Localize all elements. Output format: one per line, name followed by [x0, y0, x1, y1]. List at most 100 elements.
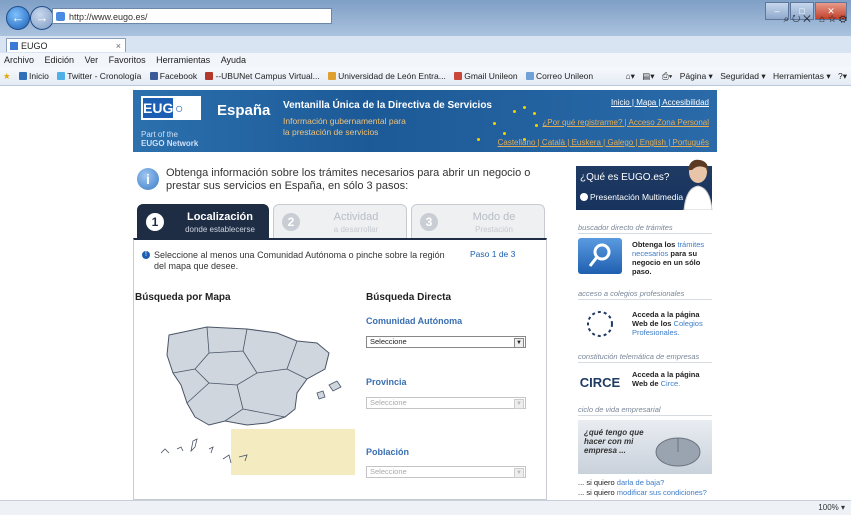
search-icon[interactable]: ⌕ — [784, 14, 790, 25]
address-tools: ⌕ ↻ ✕ ⌂ ☆ ⚙ — [784, 14, 847, 25]
page-menu[interactable]: Página ▾ — [680, 71, 713, 81]
university-icon — [328, 72, 337, 80]
step-tab-actividad[interactable]: 2 Actividad a desarrollar — [273, 204, 407, 238]
forward-button[interactable]: → — [30, 6, 54, 30]
campus-icon — [205, 72, 214, 80]
zoom-level[interactable]: 100% ▾ — [818, 503, 845, 512]
comunidad-label: Comunidad Autónoma — [366, 316, 463, 326]
step-tab-localizacion[interactable]: 1 Localización donde establecerse — [137, 204, 269, 238]
address-text: http://www.eugo.es/ — [69, 12, 148, 22]
address-bar[interactable]: http://www.eugo.es/ — [52, 8, 332, 24]
refresh-icon[interactable]: ↻ — [792, 14, 800, 25]
back-button[interactable]: ← — [6, 6, 30, 30]
spain-map-svg[interactable] — [147, 313, 355, 475]
feeds-icon[interactable]: ▤▾ — [642, 71, 654, 81]
print-icon[interactable]: ⎙▾ — [662, 71, 672, 81]
site-title: Ventanilla Única de la Directiva de Serv… — [283, 100, 492, 111]
eugo-logo[interactable]: EUGO ○ — [141, 96, 201, 120]
menu-archivo[interactable]: Archivo — [0, 53, 38, 65]
step-title: Modo de — [472, 211, 516, 223]
site-icon — [56, 12, 65, 21]
provincia-label: Provincia — [366, 377, 407, 387]
spain-map[interactable] — [147, 313, 355, 475]
menu-favoritos[interactable]: Favoritos — [105, 53, 150, 65]
step-title: Localización — [186, 211, 254, 223]
security-menu[interactable]: Seguridad ▾ — [720, 71, 765, 81]
step-subtitle: donde establecerse — [185, 225, 255, 234]
fav-item-correo[interactable]: Correo Unileon — [523, 67, 596, 81]
divider — [578, 299, 712, 300]
menu-ayuda[interactable]: Ayuda — [217, 53, 250, 65]
tab-close-icon[interactable]: × — [116, 39, 121, 53]
presentacion-link[interactable]: Presentación Multimedia — [580, 192, 683, 202]
modificar-line: ... si quiero modificar sus condiciones? — [578, 488, 707, 497]
map-search-heading: Búsqueda por Mapa — [135, 292, 231, 303]
help-icon[interactable]: ?▾ — [838, 71, 847, 81]
menu-edicion[interactable]: Edición — [41, 53, 79, 65]
fav-item-ubunet[interactable]: --UBUNet Campus Virtual... — [202, 67, 322, 81]
info-icon: i — [137, 168, 159, 190]
instruction-text: ! Seleccione al menos una Comunidad Autó… — [142, 250, 454, 272]
favorite-icon — [19, 72, 27, 80]
circe-text: Acceda a la página Web de Circe. — [632, 370, 700, 388]
circe-link[interactable]: Circe. — [661, 379, 681, 388]
magnifier-icon[interactable] — [578, 238, 622, 274]
divider — [578, 362, 712, 363]
fav-item-inicio[interactable]: Inicio — [16, 67, 52, 81]
divider — [578, 415, 712, 416]
tools-menu[interactable]: Herramientas ▾ — [773, 71, 831, 81]
header-account-links[interactable]: ¿Por qué registrarme? | Acceso Zona Pers… — [542, 118, 709, 127]
direct-search-heading: Búsqueda Directa — [366, 292, 452, 303]
play-icon — [580, 193, 588, 201]
step-subtitle: a desarrollar — [333, 225, 379, 234]
menu-herramientas[interactable]: Herramientas — [152, 53, 214, 65]
tab-favicon-icon — [10, 42, 18, 50]
fav-item-gmail[interactable]: Gmail Unileon — [451, 67, 520, 81]
stars-circle-icon[interactable] — [578, 306, 622, 342]
mail-icon — [525, 72, 534, 80]
section-label-ciclo: ciclo de vida empresarial — [578, 405, 661, 414]
step-title: Actividad — [333, 211, 379, 223]
home-icon[interactable]: ⌂▾ — [626, 71, 635, 81]
part-of-label: Part of the EUGO Network — [141, 130, 199, 148]
stop-icon[interactable]: ✕ — [803, 14, 811, 25]
gear-icon[interactable]: ⚙ — [839, 14, 847, 25]
que-es-eugo-link[interactable]: ¿Qué es EUGO.es? — [580, 172, 669, 183]
menu-bar: Archivo Edición Ver Favoritos Herramient… — [0, 53, 851, 67]
tab-title: EUGO — [21, 41, 48, 51]
country-label: España — [217, 102, 271, 119]
header-top-links[interactable]: Inicio | Mapa | Accesibilidad — [611, 98, 709, 107]
dropdown-arrow-icon[interactable]: ▼ — [514, 338, 524, 348]
fav-item-facebook[interactable]: Facebook — [147, 67, 200, 81]
fav-item-unileon[interactable]: Universidad de León Entra... — [325, 67, 449, 81]
poblacion-label: Población — [366, 447, 410, 457]
dropdown-arrow-icon: ▼ — [514, 468, 524, 478]
circe-logo[interactable]: CIRCE — [578, 368, 622, 404]
presenter-avatar — [683, 159, 713, 210]
fav-item-twitter[interactable]: Twitter - Cronología — [54, 67, 144, 81]
favorites-star-icon[interactable]: ☆ — [828, 14, 836, 25]
step-subtitle: Prestación — [475, 225, 513, 234]
facebook-icon — [149, 72, 158, 80]
command-bar: ⌂▾ ▤▾ ⎙▾ Página ▾ Seguridad ▾ Herramient… — [621, 71, 848, 82]
section-label-colegios: acceso a colegios profesionales — [578, 289, 685, 298]
section-label-tramites: buscador directo de trámites — [578, 223, 673, 232]
home-icon[interactable]: ⌂ — [819, 14, 825, 25]
step-indicator: Paso 1 de 3 — [470, 249, 516, 259]
comunidad-select[interactable]: Seleccione ▼ — [366, 336, 526, 348]
language-links[interactable]: Castellano | Català | Euskera | Galego |… — [498, 138, 709, 147]
favorites-star-icon[interactable]: ★ — [0, 67, 14, 82]
modificar-link[interactable]: modificar sus condiciones? — [617, 488, 707, 497]
menu-ver[interactable]: Ver — [81, 53, 103, 65]
poblacion-select: Seleccione ▼ — [366, 466, 526, 478]
step-tab-modo[interactable]: 3 Modo de Prestación — [411, 204, 545, 238]
gmail-icon — [454, 72, 463, 80]
browser-tab[interactable]: EUGO × — [6, 38, 126, 52]
tramites-text: Obtenga los trámites necesarios para su … — [632, 240, 705, 276]
info-bullet-icon: ! — [142, 251, 150, 259]
baja-link[interactable]: darla de baja? — [617, 478, 665, 487]
intro-text: Obtenga información sobre los trámites n… — [166, 167, 531, 192]
divider — [578, 233, 712, 234]
twitter-icon — [57, 72, 66, 80]
colegios-text: Acceda a la página Web de los Colegios P… — [632, 310, 703, 337]
